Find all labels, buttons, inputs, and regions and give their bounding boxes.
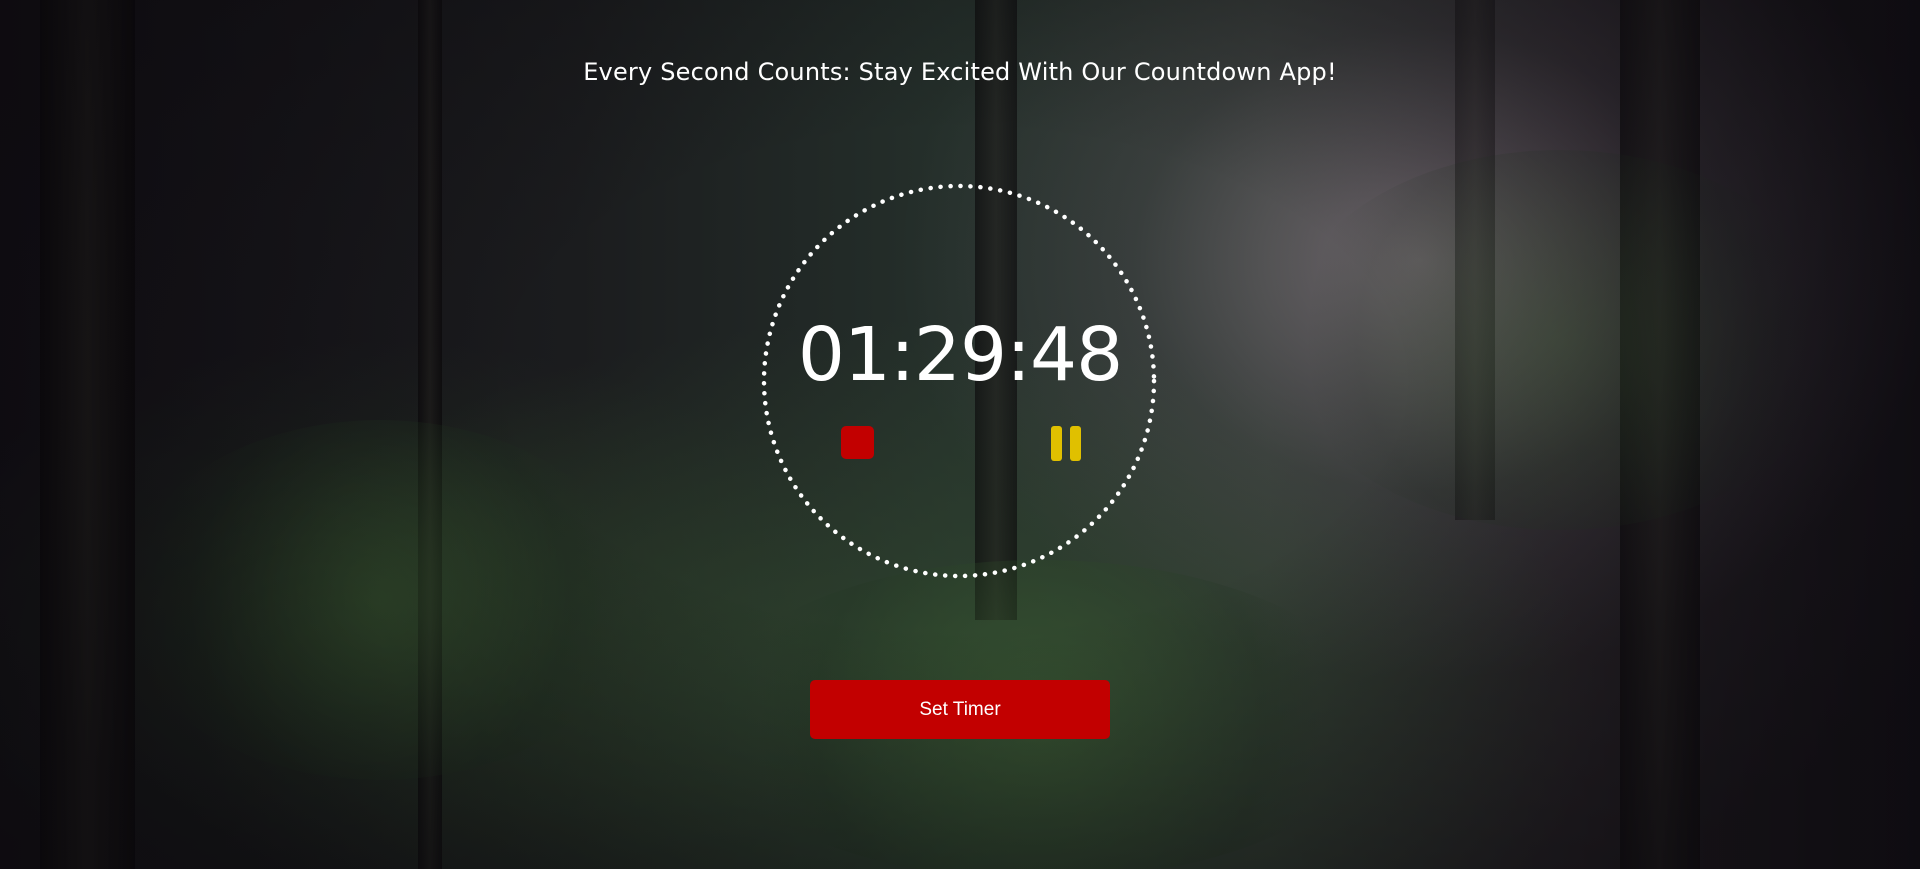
timer-display: 01:29:48: [797, 312, 1123, 398]
background-foliage: [1280, 150, 1840, 530]
page-title: Every Second Counts: Stay Excited With O…: [583, 58, 1337, 86]
stop-button[interactable]: [841, 426, 874, 459]
app-background: Every Second Counts: Stay Excited With O…: [0, 0, 1920, 869]
pause-button[interactable]: [1051, 426, 1081, 461]
background-tree-trunk: [40, 0, 135, 869]
pause-icon-bar-left: [1051, 426, 1062, 461]
pause-icon-bar-right: [1070, 426, 1081, 461]
background-foliage: [120, 420, 640, 780]
set-timer-button[interactable]: Set Timer: [810, 680, 1110, 739]
